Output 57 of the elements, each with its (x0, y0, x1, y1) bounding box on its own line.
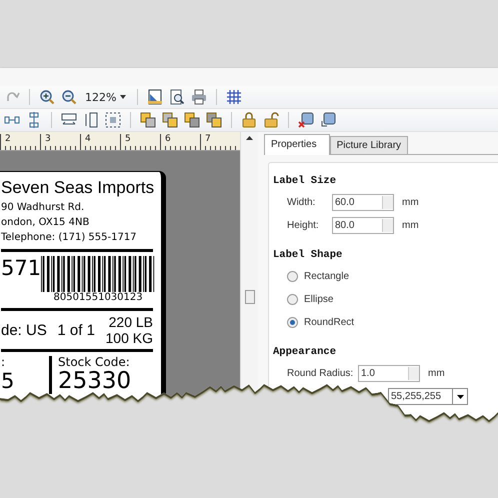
spin-field[interactable]: 1.0 (358, 365, 420, 382)
option-label: Rectangle (304, 271, 350, 282)
spin-field[interactable]: 80.0 (332, 217, 394, 234)
weight-value: 220 LB (108, 314, 153, 330)
grid-icon[interactable] (226, 89, 242, 105)
caret-icon (456, 394, 464, 398)
delete-object-icon[interactable] (298, 112, 314, 128)
ruler: 2 3 4 5 6 7 (0, 132, 240, 151)
bring-forward-icon[interactable] (184, 112, 200, 128)
unit-label: mm (402, 220, 419, 231)
section-heading: Label Shape (273, 249, 344, 261)
field-label: Width: (287, 197, 316, 208)
section-heading: Appearance (273, 346, 338, 358)
radio-button[interactable] (287, 294, 298, 305)
weight-value: 100 KG (106, 330, 153, 346)
color-dropdown[interactable]: 55,255,255 (388, 388, 468, 405)
bring-front-icon[interactable] (140, 112, 156, 128)
barcode-number: 80501551030123 (54, 292, 143, 304)
tab[interactable]: Picture Library (330, 136, 408, 154)
field-label: Round Radius: (287, 368, 354, 379)
unit-label: mm (428, 368, 445, 379)
caret-icon (120, 95, 126, 99)
lock-icon[interactable] (241, 112, 257, 128)
page-setup-icon[interactable] (147, 89, 164, 105)
print-preview-icon[interactable] (169, 89, 186, 105)
radio-button[interactable] (287, 317, 298, 328)
field-label: : (1, 356, 6, 369)
send-back-icon[interactable] (162, 112, 178, 128)
address-line: ondon, OX15 4NB (1, 216, 90, 230)
package-count: 1 of 1 (57, 322, 95, 338)
printer-icon[interactable] (191, 89, 208, 105)
country-code: de: US (1, 322, 47, 338)
option-label: Ellipse (304, 294, 334, 305)
zoom-out-icon[interactable] (61, 89, 77, 105)
field-value: 5 (1, 369, 16, 393)
stock-code-label: Stock Code: (58, 356, 131, 369)
radio-button[interactable] (287, 271, 298, 282)
field-label: Height: (287, 220, 320, 231)
address-line: Telephone: (171) 555-1717 (1, 231, 138, 245)
tab[interactable]: Properties (264, 134, 330, 155)
same-height-icon[interactable] (83, 112, 99, 128)
option-label: RoundRect (304, 317, 354, 328)
order-number: 571 (1, 256, 42, 282)
address-line: 90 Wadhurst Rd. (1, 201, 86, 215)
refresh-object-icon[interactable] (320, 112, 336, 128)
unit-label: mm (402, 197, 419, 208)
section-heading: Label Size (273, 175, 338, 187)
zoom-dropdown[interactable]: 122% (83, 90, 128, 104)
stock-code-value: 25330 (58, 369, 132, 393)
scroll-up-icon[interactable] (246, 136, 253, 140)
spin-field[interactable]: 60.0 (332, 194, 394, 211)
send-backward-icon[interactable] (206, 112, 222, 128)
center-icon[interactable] (105, 112, 121, 128)
zoom-in-icon[interactable] (39, 89, 55, 105)
splitter-grip-icon[interactable] (244, 290, 254, 304)
unlock-icon[interactable] (263, 112, 279, 128)
company-name: Seven Seas Imports (1, 177, 153, 199)
